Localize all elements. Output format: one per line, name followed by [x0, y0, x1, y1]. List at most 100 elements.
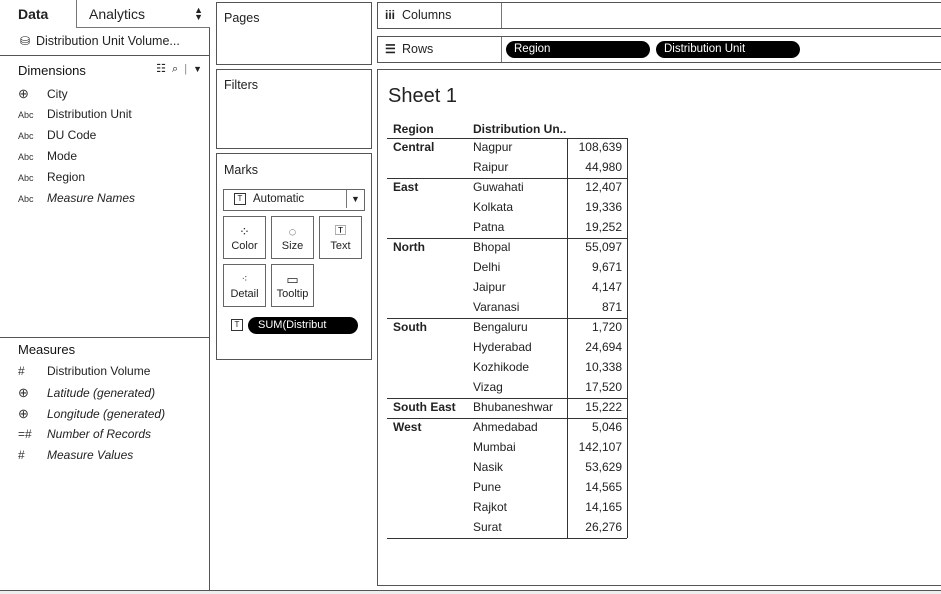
value-cell[interactable]: 19,252: [570, 220, 622, 234]
tab-analytics[interactable]: Analytics ▲ ▼: [77, 0, 210, 28]
filters-title: Filters: [224, 78, 259, 92]
columns-shelf-label: iii Columns: [378, 3, 502, 28]
unit-cell[interactable]: Guwahati: [473, 180, 524, 194]
value-cell[interactable]: 17,520: [570, 380, 622, 394]
field-item[interactable]: # Measure Values: [18, 448, 133, 468]
chevron-down-icon[interactable]: ▼: [193, 64, 202, 74]
region-pill[interactable]: Region: [506, 41, 650, 58]
abc-icon: Abc: [18, 152, 34, 162]
unit-cell[interactable]: Nagpur: [473, 140, 512, 154]
field-label: Mode: [47, 149, 78, 163]
field-label: Measure Values: [47, 448, 134, 462]
sheet-title[interactable]: Sheet 1: [388, 85, 457, 108]
filters-card[interactable]: Filters: [216, 69, 372, 149]
region-cell[interactable]: South East: [393, 400, 456, 414]
region-cell[interactable]: East: [393, 180, 418, 194]
field-item[interactable]: Abc Region: [18, 170, 85, 190]
value-cell[interactable]: 871: [570, 300, 622, 314]
value-cell[interactable]: 10,338: [570, 360, 622, 374]
pages-title: Pages: [224, 11, 260, 25]
tooltip-button[interactable]: ▭ Tooltip: [271, 264, 314, 307]
region-cell[interactable]: North: [393, 240, 425, 254]
text-button[interactable]: 🅃 Text: [319, 216, 362, 259]
field-item[interactable]: # Distribution Volume: [18, 364, 150, 384]
text-mark-icon: T: [234, 193, 246, 205]
table-divider: [387, 418, 627, 419]
value-cell[interactable]: 142,107: [570, 440, 622, 454]
header-distribution-unit[interactable]: Distribution Un..: [473, 122, 566, 136]
unit-cell[interactable]: Bhubaneshwar: [473, 400, 553, 414]
value-cell[interactable]: 14,565: [570, 480, 622, 494]
unit-cell[interactable]: Hyderabad: [473, 340, 532, 354]
measures-title: Measures: [18, 342, 76, 357]
rows-shelf[interactable]: ☰ Rows Region Distribution Unit: [377, 36, 941, 63]
unit-cell[interactable]: Nasik: [473, 460, 503, 474]
table-divider: [387, 538, 627, 539]
field-item[interactable]: Abc Measure Names: [18, 191, 135, 211]
field-item[interactable]: Abc Distribution Unit: [18, 107, 132, 127]
unit-cell[interactable]: Ahmedabad: [473, 420, 538, 434]
unit-cell[interactable]: Raipur: [473, 160, 508, 174]
value-cell[interactable]: 108,639: [570, 140, 622, 154]
value-cell[interactable]: 4,147: [570, 280, 622, 294]
datasource-item[interactable]: ⛁ Distribution Unit Volume...: [0, 28, 210, 56]
unit-cell[interactable]: Jaipur: [473, 280, 506, 294]
field-item[interactable]: ⊕ City: [18, 86, 68, 106]
columns-shelf[interactable]: iii Columns: [377, 2, 941, 29]
globe-icon: ⊕: [18, 86, 29, 101]
abc-icon: Abc: [18, 173, 34, 183]
detail-button[interactable]: ⁖ Detail: [223, 264, 266, 307]
updown-icon: ▲ ▼: [194, 5, 203, 22]
unit-cell[interactable]: Surat: [473, 520, 502, 534]
abc-icon: Abc: [18, 110, 34, 120]
value-cell[interactable]: 55,097: [570, 240, 622, 254]
unit-cell[interactable]: Bengaluru: [473, 320, 528, 334]
worksheet-view: Sheet 1 Region Distribution Un.. Central…: [377, 69, 941, 586]
pages-card[interactable]: Pages: [216, 2, 372, 65]
value-cell[interactable]: 12,407: [570, 180, 622, 194]
sum-measure-pill[interactable]: SUM(Distribut: [248, 317, 358, 334]
unit-cell[interactable]: Mumbai: [473, 440, 516, 454]
unit-cell[interactable]: Pune: [473, 480, 501, 494]
unit-cell[interactable]: Kolkata: [473, 200, 513, 214]
value-cell[interactable]: 19,336: [570, 200, 622, 214]
columns-icon: iii: [385, 8, 396, 22]
size-icon: ◌: [288, 224, 297, 239]
region-cell[interactable]: Central: [393, 140, 434, 154]
region-cell[interactable]: South: [393, 320, 427, 334]
mark-type-dropdown[interactable]: T Automatic ▼: [223, 189, 365, 211]
chevron-down-icon[interactable]: ▼: [346, 190, 364, 208]
rows-icon: ☰: [385, 42, 396, 56]
unit-cell[interactable]: Bhopal: [473, 240, 510, 254]
value-cell[interactable]: 44,980: [570, 160, 622, 174]
field-item[interactable]: Abc Mode: [18, 149, 77, 169]
value-cell[interactable]: 24,694: [570, 340, 622, 354]
view-list-icon[interactable]: ☷: [156, 63, 166, 75]
field-item[interactable]: ⊕ Latitude (generated): [18, 385, 155, 405]
rows-shelf-label: ☰ Rows: [378, 37, 502, 62]
unit-cell[interactable]: Rajkot: [473, 500, 507, 514]
distribution-unit-pill[interactable]: Distribution Unit: [656, 41, 800, 58]
value-cell[interactable]: 14,165: [570, 500, 622, 514]
value-cell[interactable]: 53,629: [570, 460, 622, 474]
unit-cell[interactable]: Kozhikode: [473, 360, 529, 374]
field-item[interactable]: ⊕ Longitude (generated): [18, 406, 165, 426]
field-item[interactable]: =# Number of Records: [18, 427, 151, 447]
value-cell[interactable]: 1,720: [570, 320, 622, 334]
tab-data[interactable]: Data: [0, 0, 77, 28]
value-cell[interactable]: 15,222: [570, 400, 622, 414]
color-button[interactable]: ⁘ Color: [223, 216, 266, 259]
value-cell[interactable]: 9,671: [570, 260, 622, 274]
header-region[interactable]: Region: [393, 122, 434, 136]
size-button[interactable]: ◌ Size: [271, 216, 314, 259]
value-cell[interactable]: 26,276: [570, 520, 622, 534]
region-cell[interactable]: West: [393, 420, 421, 434]
unit-cell[interactable]: Patna: [473, 220, 504, 234]
field-item[interactable]: Abc DU Code: [18, 128, 96, 148]
unit-cell[interactable]: Varanasi: [473, 300, 519, 314]
unit-cell[interactable]: Delhi: [473, 260, 500, 274]
search-icon[interactable]: ⌕: [172, 63, 178, 75]
unit-cell[interactable]: Vizag: [473, 380, 503, 394]
table-divider: [387, 398, 627, 399]
value-cell[interactable]: 5,046: [570, 420, 622, 434]
